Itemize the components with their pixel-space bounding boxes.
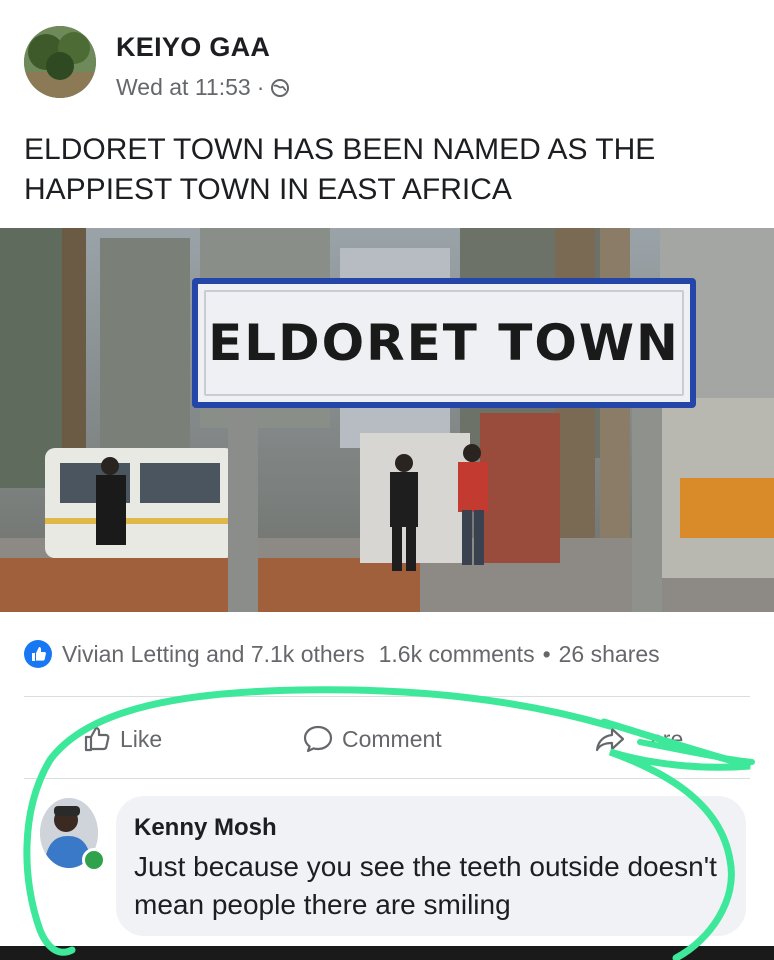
road-sign-text: ELDORET TOWN	[208, 314, 680, 372]
share-label: are	[650, 725, 684, 752]
stats-separator: •	[542, 640, 551, 667]
share-arrow-icon	[594, 724, 626, 754]
post-meta: Wed at 11:53 ·	[116, 74, 290, 101]
speech-bubble-icon	[302, 724, 334, 754]
post-author-name[interactable]: KEIYO GAA	[116, 32, 270, 63]
like-button[interactable]: Like	[82, 724, 162, 754]
post-text: ELDORET TOWN HAS BEEN NAMED AS THE HAPPI…	[24, 133, 656, 206]
divider	[24, 696, 750, 697]
post-timestamp[interactable]: Wed at 11:53	[116, 74, 251, 101]
post-photo[interactable]: ELDORET TOWN	[0, 228, 774, 612]
facebook-post: KEIYO GAA Wed at 11:53 · ELDORET TOWN HA…	[0, 0, 774, 960]
comment-button[interactable]: Comment	[302, 724, 442, 754]
thumbs-up-icon	[82, 724, 112, 754]
comment-label: Comment	[342, 725, 442, 752]
post-action-bar: Like Comment are	[0, 716, 774, 766]
meta-separator: ·	[256, 74, 265, 100]
bottom-edge-bar	[0, 946, 774, 960]
globe-icon	[270, 78, 290, 98]
author-avatar[interactable]	[24, 26, 96, 98]
engagement-stats: Vivian Letting and 7.1k others 1.6k comm…	[24, 640, 660, 668]
like-reaction-icon	[24, 640, 52, 668]
comment-text: Just because you see the teeth outside d…	[134, 851, 717, 920]
commenter-name[interactable]: Kenny Mosh	[134, 814, 277, 842]
like-label: Like	[120, 725, 163, 752]
reactions-summary[interactable]: Vivian Letting and 7.1k others	[62, 641, 365, 668]
share-button[interactable]: are	[594, 724, 683, 754]
online-status-dot	[82, 848, 106, 872]
shares-count[interactable]: 26 shares	[559, 641, 660, 668]
road-sign: ELDORET TOWN	[192, 278, 696, 408]
comments-count[interactable]: 1.6k comments	[379, 641, 535, 668]
divider	[24, 778, 750, 779]
comment-bubble: Kenny Mosh Just because you see the teet…	[116, 796, 746, 936]
